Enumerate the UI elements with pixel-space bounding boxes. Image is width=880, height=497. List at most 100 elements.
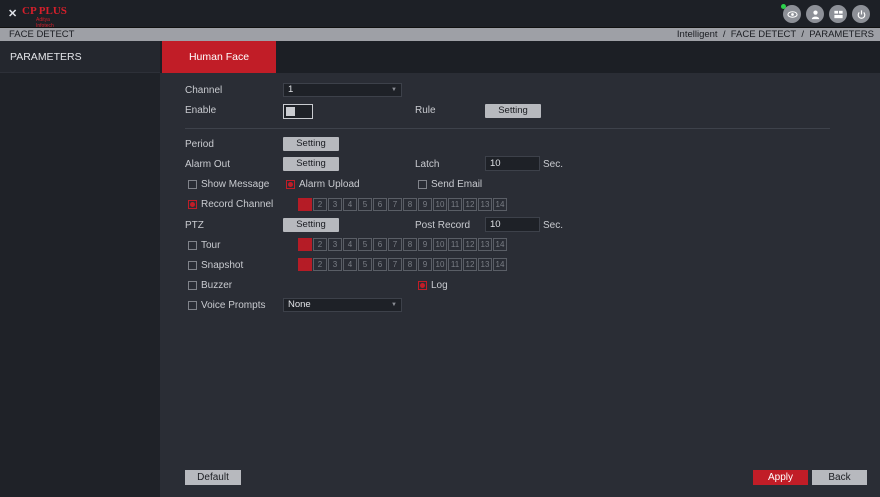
voice-prompts-label: Voice Prompts: [201, 300, 266, 311]
buzzer-label: Buzzer: [201, 280, 233, 291]
live-view-icon[interactable]: [781, 4, 801, 23]
channel-box[interactable]: 12: [463, 198, 477, 211]
channel-box[interactable]: 13: [478, 258, 492, 271]
channel-box[interactable]: 5: [358, 258, 372, 271]
channel-box[interactable]: 7: [388, 258, 402, 271]
show-message-label: Show Message: [201, 179, 270, 190]
channel-box[interactable]: 14: [493, 238, 507, 251]
channel-box[interactable]: 11: [448, 258, 462, 271]
tour-label: Tour: [201, 240, 221, 251]
channel-box[interactable]: 5: [358, 198, 372, 211]
channel-box[interactable]: 7: [388, 198, 402, 211]
channel-box[interactable]: 13: [478, 238, 492, 251]
display-icon[interactable]: [829, 5, 847, 23]
voice-prompts-select[interactable]: None ▼: [283, 298, 402, 312]
channel-box[interactable]: 3: [328, 238, 342, 251]
latch-label: Latch: [415, 159, 440, 170]
title-bar: FACE DETECT Intelligent / FACE DETECT / …: [0, 28, 880, 41]
alarm-upload-checkbox[interactable]: [286, 180, 295, 189]
channel-box[interactable]: 4: [343, 238, 357, 251]
chevron-down-icon: ▼: [391, 87, 397, 93]
channel-box[interactable]: 10: [433, 198, 447, 211]
channel-box[interactable]: 6: [373, 238, 387, 251]
channel-box[interactable]: 2: [313, 258, 327, 271]
voice-prompts-value: None: [288, 299, 311, 310]
record-channel-grid: 1 2 3 4 5 6 7 8 9 10 11 12 13 14: [298, 198, 507, 211]
channel-box[interactable]: 10: [433, 238, 447, 251]
alarm-out-label: Alarm Out: [185, 159, 231, 170]
snapshot-label: Snapshot: [201, 260, 244, 271]
rule-label: Rule: [415, 105, 436, 116]
channel-box[interactable]: 14: [493, 198, 507, 211]
channel-value: 1: [288, 84, 294, 95]
alarm-out-setting-button[interactable]: Setting: [283, 157, 339, 171]
enable-toggle[interactable]: [283, 104, 313, 119]
channel-label: Channel: [185, 85, 223, 96]
post-record-input[interactable]: 10: [485, 217, 540, 232]
channel-box[interactable]: 8: [403, 238, 417, 251]
channel-box[interactable]: 3: [328, 198, 342, 211]
channel-box[interactable]: 12: [463, 258, 477, 271]
back-button[interactable]: Back: [812, 470, 867, 485]
channel-box[interactable]: 1: [298, 258, 312, 271]
post-record-unit: Sec.: [543, 220, 564, 231]
top-icon-group: [781, 4, 870, 23]
channel-box[interactable]: 4: [343, 198, 357, 211]
status-dot: [781, 4, 786, 9]
post-record-label: Post Record: [415, 220, 471, 231]
rule-setting-button[interactable]: Setting: [485, 104, 541, 118]
latch-input[interactable]: 10: [485, 156, 540, 171]
ptz-label: PTZ: [185, 220, 204, 231]
channel-box[interactable]: 1: [298, 198, 312, 211]
channel-box[interactable]: 13: [478, 198, 492, 211]
sidebar-item-parameters[interactable]: PARAMETERS: [0, 41, 160, 73]
settings-panel: Channel 1 ▼ Enable Rule Setting Period S…: [160, 73, 880, 497]
buzzer-checkbox[interactable]: [188, 281, 197, 290]
show-message-checkbox[interactable]: [188, 180, 197, 189]
period-setting-button[interactable]: Setting: [283, 137, 339, 151]
tab-human-face[interactable]: Human Face: [162, 41, 276, 73]
channel-box[interactable]: 3: [328, 258, 342, 271]
alarm-upload-label: Alarm Upload: [299, 179, 360, 190]
snapshot-checkbox[interactable]: [188, 261, 197, 270]
channel-box[interactable]: 6: [373, 198, 387, 211]
tour-checkbox[interactable]: [188, 241, 197, 250]
log-checkbox[interactable]: [418, 281, 427, 290]
channel-box[interactable]: 8: [403, 198, 417, 211]
breadcrumb: Intelligent / FACE DETECT / PARAMETERS: [676, 29, 874, 40]
default-button[interactable]: Default: [185, 470, 241, 485]
tab-bar: Human Face: [160, 41, 880, 73]
channel-box[interactable]: 10: [433, 258, 447, 271]
channel-box[interactable]: 9: [418, 238, 432, 251]
channel-box[interactable]: 6: [373, 258, 387, 271]
channel-box[interactable]: 1: [298, 238, 312, 251]
divider: [185, 128, 830, 129]
log-label: Log: [431, 280, 448, 291]
channel-box[interactable]: 11: [448, 238, 462, 251]
channel-select[interactable]: 1 ▼: [283, 83, 402, 97]
page-title: FACE DETECT: [9, 29, 75, 40]
send-email-checkbox[interactable]: [418, 180, 427, 189]
channel-box[interactable]: 8: [403, 258, 417, 271]
channel-box[interactable]: 14: [493, 258, 507, 271]
channel-box[interactable]: 2: [313, 198, 327, 211]
channel-box[interactable]: 2: [313, 238, 327, 251]
power-icon[interactable]: [852, 5, 870, 23]
channel-box[interactable]: 9: [418, 258, 432, 271]
channel-box[interactable]: 12: [463, 238, 477, 251]
channel-box[interactable]: 9: [418, 198, 432, 211]
apply-button[interactable]: Apply: [753, 470, 808, 485]
record-channel-checkbox[interactable]: [188, 200, 197, 209]
channel-box[interactable]: 5: [358, 238, 372, 251]
snapshot-channel-grid: 1 2 3 4 5 6 7 8 9 10 11 12 13 14: [298, 258, 507, 271]
voice-prompts-checkbox[interactable]: [188, 301, 197, 310]
channel-box[interactable]: 11: [448, 198, 462, 211]
chevron-down-icon: ▼: [391, 302, 397, 308]
sidebar: PARAMETERS: [0, 41, 160, 497]
channel-box[interactable]: 4: [343, 258, 357, 271]
enable-label: Enable: [185, 105, 217, 116]
logo-mark: ✕: [8, 8, 17, 20]
channel-box[interactable]: 7: [388, 238, 402, 251]
user-icon[interactable]: [806, 5, 824, 23]
ptz-setting-button[interactable]: Setting: [283, 218, 339, 232]
